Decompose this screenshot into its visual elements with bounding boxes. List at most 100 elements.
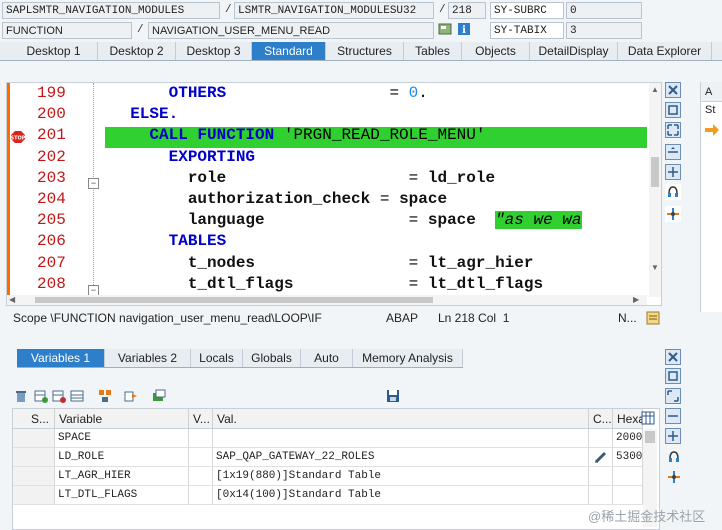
editor-horizontal-scrollbar[interactable]: ◀ ▶ [7, 295, 647, 305]
lower-close-icon[interactable] [665, 349, 681, 365]
hierarchy-icon[interactable] [98, 389, 112, 403]
code-line[interactable]: 202 EXPORTING [7, 147, 661, 168]
insert-row-icon[interactable] [34, 389, 48, 403]
col-header-value[interactable]: Val. [213, 409, 589, 429]
tab-data-explorer[interactable]: Data Explorer [618, 42, 712, 60]
code-line[interactable]: 200 ELSE. [7, 104, 661, 125]
tab-auto[interactable]: Auto [301, 349, 353, 367]
grid-scroll-thumb[interactable] [645, 431, 655, 443]
tab-globals[interactable]: Globals [243, 349, 301, 367]
close-icon[interactable] [665, 82, 681, 98]
tab-variables-1[interactable]: Variables 1 [17, 349, 105, 367]
display-icon[interactable] [438, 22, 452, 36]
separator: / [137, 24, 144, 36]
row-selector [13, 429, 55, 448]
code-text: EXPORTING [111, 147, 256, 166]
table-icon[interactable] [70, 389, 84, 403]
mode-text: N... [618, 311, 637, 325]
hscroll-thumb[interactable] [35, 297, 433, 303]
code-text: t_dtl_flags = lt_dtl_flags [111, 274, 544, 293]
tab-detaildisplay[interactable]: DetailDisplay [530, 42, 618, 60]
tab-tables[interactable]: Tables [404, 42, 462, 60]
tab-memory-analysis[interactable]: Memory Analysis [353, 349, 463, 367]
lower-maximize-icon[interactable] [665, 368, 681, 384]
program-field: SAPLSMTR_NAVIGATION_MODULES [2, 2, 220, 19]
editor-status-bar: Scope \FUNCTION navigation_user_menu_rea… [6, 307, 660, 329]
code-line[interactable]: 201 CALL FUNCTION 'PRGN_READ_ROLE_MENU' [7, 125, 661, 146]
code-line[interactable]: 199 OTHERS = 0. [7, 83, 661, 104]
delete-row-icon[interactable] [52, 389, 66, 403]
tab-locals[interactable]: Locals [191, 349, 243, 367]
hex-cell: 2000 [613, 429, 643, 448]
tab-desktop-2[interactable]: Desktop 2 [98, 42, 176, 60]
arrow-icon[interactable] [705, 124, 719, 136]
code-text: role = ld_role [111, 168, 496, 187]
export-icon[interactable] [124, 389, 138, 403]
code-line[interactable]: 207 t_nodes = lt_agr_hier [7, 253, 661, 274]
variable-cell[interactable]: LD_ROLE [55, 448, 189, 467]
info-icon[interactable]: i [457, 22, 471, 36]
scroll-thumb[interactable] [651, 157, 659, 187]
col-header-status[interactable]: S... [13, 409, 55, 429]
edit-value-icon[interactable] [593, 450, 609, 465]
lower-settings-icon[interactable] [667, 470, 681, 484]
v-cell [189, 467, 213, 486]
tab-variables-2[interactable]: Variables 2 [105, 349, 191, 367]
settings-icon[interactable] [665, 206, 681, 222]
col-header-hexa[interactable]: Hexa [613, 409, 643, 429]
column-settings-icon[interactable] [641, 411, 655, 425]
variable-cell[interactable]: LT_AGR_HIER [55, 467, 189, 486]
line-number: 204 [37, 190, 66, 208]
editor-vertical-scrollbar[interactable]: ▲ ▼ [649, 83, 661, 297]
code-line[interactable]: 203 role = ld_role [7, 168, 661, 189]
scroll-down-icon[interactable]: ▼ [651, 263, 659, 272]
tab-desktop-3[interactable]: Desktop 3 [176, 42, 252, 60]
code-text: t_nodes = lt_agr_hier [111, 253, 534, 272]
lower-headset-icon[interactable] [667, 450, 681, 464]
line-number: 201 [37, 126, 66, 145]
tab-standard[interactable]: Standard [252, 42, 326, 60]
code-line[interactable]: 208 t_dtl_flags = lt_dtl_flags [7, 274, 661, 295]
split-vertical-icon[interactable] [665, 164, 681, 180]
code-text: ELSE. [111, 105, 179, 124]
desktop-tabs: Desktop 1 Desktop 2 Desktop 3 Standard S… [0, 42, 722, 61]
lower-fullscreen-icon[interactable] [665, 388, 681, 404]
code-text: language = space "as we wa [111, 211, 582, 230]
sysvar2-field[interactable]: SY-TABIX [490, 22, 564, 39]
headset-icon[interactable] [665, 184, 681, 200]
scroll-up-icon[interactable]: ▲ [651, 85, 659, 94]
scroll-right-icon[interactable]: ▶ [633, 295, 639, 305]
tab-structures[interactable]: Structures [326, 42, 404, 60]
maximize-icon[interactable] [665, 102, 681, 118]
line-number: 200 [37, 105, 66, 124]
fullscreen-icon[interactable] [665, 122, 681, 138]
code-line[interactable]: 206 TABLES [7, 231, 661, 252]
save-icon[interactable] [386, 389, 400, 403]
lower-split-icon[interactable] [665, 408, 681, 424]
tab-desktop-1[interactable]: Desktop 1 [10, 42, 98, 60]
col-header-v[interactable]: V... [189, 409, 213, 429]
col-header-variable[interactable]: Variable [55, 409, 189, 429]
line-number: 199 [37, 84, 66, 102]
v-cell [189, 486, 213, 505]
split-horizontal-icon[interactable] [665, 144, 681, 160]
line-number: 203 [37, 168, 66, 187]
sysvar1-field[interactable]: SY-SUBRC [490, 2, 564, 19]
variables-grid: S... Variable V... Val. C... Hexa SPACE 2… [12, 408, 660, 530]
col-header-c[interactable]: C... [589, 409, 613, 429]
lower-split2-icon[interactable] [665, 428, 681, 444]
line-number-field: 218 [448, 2, 486, 19]
code-editor[interactable]: STOP − − 199 OTHERS = 0. 200 ELSE. 201 CAL… [6, 82, 662, 306]
variable-cell[interactable]: SPACE [55, 429, 189, 448]
edit-mode-icon[interactable] [646, 310, 660, 325]
code-line[interactable]: 204 authorization_check = space [7, 189, 661, 210]
tab-objects[interactable]: Objects [462, 42, 530, 60]
delete-icon[interactable] [14, 389, 28, 403]
line-number: 208 [37, 274, 66, 293]
layout-icon[interactable] [152, 389, 166, 403]
c-cell [589, 486, 613, 505]
type-field: FUNCTION [2, 22, 132, 39]
code-line[interactable]: 205 language = space "as we wa [7, 210, 661, 231]
variable-cell[interactable]: LT_DTL_FLAGS [55, 486, 189, 505]
scroll-left-icon[interactable]: ◀ [9, 295, 15, 305]
